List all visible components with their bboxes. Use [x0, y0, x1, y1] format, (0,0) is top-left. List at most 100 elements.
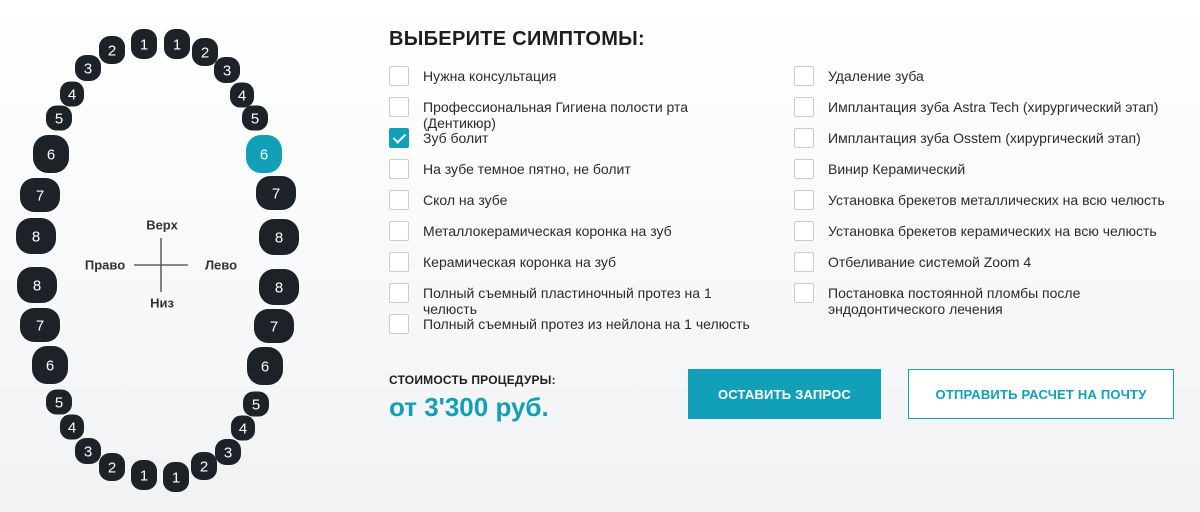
tooth-ur2[interactable]: 2	[99, 36, 125, 64]
symptoms-title: ВЫБЕРИТЕ СИМПТОМЫ:	[389, 28, 645, 50]
symptom-item[interactable]: Нужна консультация	[389, 60, 763, 91]
symptom-item[interactable]: Установка брекетов керамических на всю ч…	[794, 215, 1168, 246]
email-estimate-button[interactable]: ОТПРАВИТЬ РАСЧЕТ НА ПОЧТУ	[908, 369, 1174, 419]
tooth-ll1[interactable]: 1	[163, 462, 189, 492]
tooth-ll3[interactable]: 3	[215, 439, 241, 465]
tooth-number: 1	[140, 37, 148, 54]
direction-right-label: Лево	[205, 258, 237, 273]
tooth-ll8[interactable]: 8	[259, 269, 299, 305]
symptom-checkbox[interactable]	[794, 252, 814, 272]
tooth-ul6[interactable]: 6	[246, 135, 282, 173]
tooth-lr2[interactable]: 2	[99, 453, 125, 481]
tooth-ul4[interactable]: 4	[230, 82, 254, 108]
symptom-label: Зуб болит	[423, 130, 489, 146]
symptom-checkbox[interactable]	[794, 190, 814, 210]
symptom-item[interactable]: Отбеливание системой Zoom 4	[794, 246, 1168, 277]
tooth-number: 6	[261, 359, 269, 376]
tooth-ll2[interactable]: 2	[191, 452, 217, 480]
tooth-ul2[interactable]: 2	[192, 38, 218, 66]
symptom-checkbox[interactable]	[794, 221, 814, 241]
symptom-label: Отбеливание системой Zoom 4	[828, 254, 1032, 270]
teeth-layer: 123456781 23456781234567812345678	[16, 29, 299, 492]
symptom-item[interactable]: Профессиональная Гигиена полости рта (Де…	[389, 91, 763, 131]
tooth-ur6[interactable]: 6	[33, 135, 69, 173]
symptom-checkbox[interactable]	[794, 66, 814, 86]
symptom-item[interactable]: Полный съемный пластиночный протез на 1 …	[389, 277, 763, 317]
tooth-number: 4	[238, 88, 246, 105]
tooth-ll4[interactable]: 4	[231, 415, 255, 441]
symptom-label: Керамическая коронка на зуб	[423, 254, 617, 270]
symptom-item[interactable]: На зубе темное пятно, не болит	[389, 153, 763, 184]
symptom-item[interactable]: Удаление зуба	[794, 60, 1168, 91]
tooth-ul5[interactable]: 5	[242, 105, 268, 131]
tooth-ur8[interactable]: 8	[16, 218, 56, 254]
tooth-ul1[interactable]: 1	[164, 29, 190, 59]
tooth-lr3[interactable]: 3	[75, 438, 101, 464]
symptom-label: Имплантация зуба Osstem (хирургический э…	[828, 130, 1141, 146]
tooth-ur1[interactable]: 1	[131, 29, 157, 59]
tooth-number: 8	[275, 230, 283, 247]
symptom-checkbox[interactable]	[389, 314, 409, 334]
symptom-checkbox[interactable]	[389, 283, 409, 303]
tooth-number: 7	[36, 188, 44, 205]
symptom-checkbox[interactable]	[389, 159, 409, 179]
symptoms-column-left: Нужна консультация Профессиональная Гиги…	[389, 60, 763, 339]
tooth-number: 2	[200, 459, 208, 476]
symptom-checkbox[interactable]	[794, 283, 814, 303]
tooth-number: 3	[224, 445, 232, 462]
submit-request-button[interactable]: ОСТАВИТЬ ЗАПРОС	[688, 369, 881, 419]
tooth-number: 7	[270, 319, 278, 336]
tooth-lr8[interactable]: 8	[17, 267, 57, 303]
tooth-number: 6	[47, 147, 55, 164]
symptom-label: Удаление зуба	[828, 68, 924, 84]
tooth-ll6[interactable]: 6	[247, 347, 283, 385]
symptom-label: Имплантация зуба Astra Tech (хирургическ…	[828, 99, 1159, 115]
symptom-item[interactable]: Имплантация зуба Osstem (хирургический э…	[794, 122, 1168, 153]
tooth-ur5[interactable]: 5	[46, 105, 72, 131]
tooth-ll5[interactable]: 5	[243, 391, 269, 417]
symptom-item[interactable]: Установка брекетов металлических на всю …	[794, 184, 1168, 215]
tooth-number: 1	[172, 470, 180, 487]
symptom-item[interactable]: Керамическая коронка на зуб	[389, 246, 763, 277]
tooth-ul3[interactable]: 3	[214, 57, 240, 83]
tooth-number: 8	[33, 278, 41, 295]
symptom-checkbox[interactable]	[389, 190, 409, 210]
tooth-ur7[interactable]: 7	[20, 178, 60, 212]
symptom-checkbox[interactable]	[389, 97, 409, 117]
symptom-item[interactable]: Постановка постоянной пломбы после эндод…	[794, 277, 1168, 317]
symptom-checkbox[interactable]	[389, 252, 409, 272]
symptom-label: Металлокерамическая коронка на зуб	[423, 223, 672, 239]
symptom-checkbox[interactable]	[794, 159, 814, 179]
symptom-item[interactable]: Винир Керамический	[794, 153, 1168, 184]
symptom-item[interactable]: Полный съемный протез из нейлона на 1 че…	[389, 308, 763, 339]
tooth-number: 2	[108, 43, 116, 60]
tooth-lr5[interactable]: 5	[46, 389, 72, 415]
symptom-item[interactable]: Металлокерамическая коронка на зуб	[389, 215, 763, 246]
tooth-ul7[interactable]: 7	[256, 176, 296, 210]
symptom-label: Установка брекетов керамических на всю ч…	[828, 223, 1157, 239]
symptom-item[interactable]: Зуб болит	[389, 122, 763, 153]
tooth-number: 2	[201, 45, 209, 62]
tooth-number: 1	[173, 37, 181, 54]
symptom-checkbox[interactable]	[389, 66, 409, 86]
tooth-number: 5	[251, 111, 259, 128]
symptom-label: Постановка постоянной пломбы после эндод…	[828, 285, 1081, 317]
symptom-checkbox[interactable]	[389, 221, 409, 241]
tooth-lr1[interactable]: 1	[131, 460, 157, 490]
tooth-ur3[interactable]: 3	[75, 55, 101, 81]
tooth-ll7[interactable]: 7	[254, 309, 294, 343]
tooth-ul8[interactable]: 8	[259, 219, 299, 255]
symptom-checkbox[interactable]	[794, 128, 814, 148]
symptom-label: Скол на зубе	[423, 192, 508, 208]
tooth-lr4[interactable]: 4	[60, 414, 84, 440]
tooth-number: 6	[260, 147, 268, 164]
tooth-lr7[interactable]: 7	[20, 308, 60, 342]
symptom-item[interactable]: Скол на зубе	[389, 184, 763, 215]
symptom-checkbox[interactable]	[794, 97, 814, 117]
symptom-label: Винир Керамический	[828, 161, 966, 177]
tooth-ur4[interactable]: 4	[60, 81, 84, 107]
direction-down-label: Низ	[150, 296, 174, 311]
symptom-checkbox[interactable]	[389, 128, 409, 148]
tooth-lr6[interactable]: 6	[32, 346, 68, 384]
symptom-item[interactable]: Имплантация зуба Astra Tech (хирургическ…	[794, 91, 1168, 122]
